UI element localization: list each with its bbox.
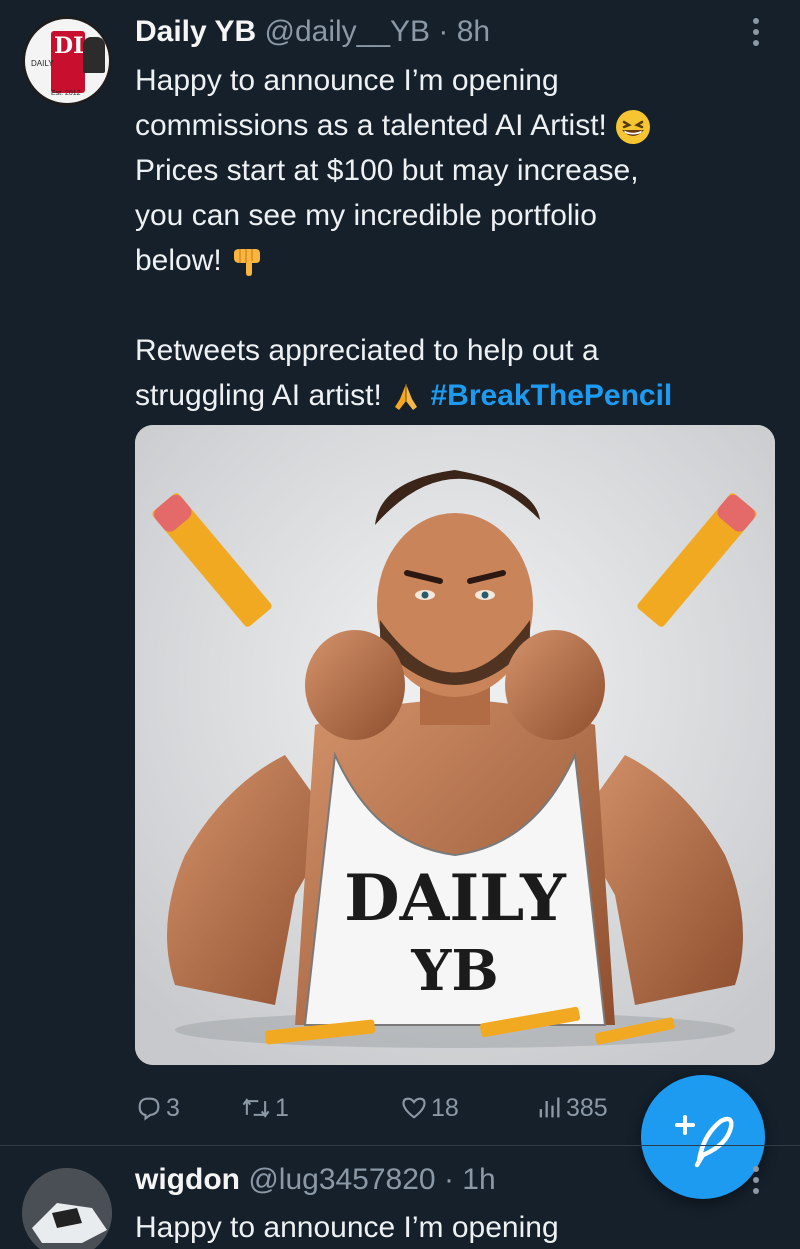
reply-icon — [138, 1097, 160, 1121]
reply-count: 3 — [166, 1093, 180, 1122]
media-illustration: DAILY YB — [135, 425, 775, 1065]
avatar[interactable] — [22, 1168, 112, 1249]
retweet-button[interactable]: 1 — [240, 1088, 289, 1128]
view-count: 385 — [566, 1093, 608, 1122]
text-line: Retweets appreciated to help out a — [135, 334, 599, 367]
tweet-header: Daily YB @daily__YB · 8h — [135, 14, 490, 50]
display-name[interactable]: wigdon — [135, 1163, 240, 1196]
avatar-tag-left: DAILY — [31, 59, 54, 68]
text-line: below! — [135, 244, 222, 277]
separator: · — [438, 15, 449, 48]
text-line-with-emoji: below! — [135, 238, 775, 283]
tweet[interactable]: wigdon @lug3457820 · 1h Happy to announc… — [0, 1146, 800, 1249]
analytics-icon — [539, 1097, 560, 1118]
like-button[interactable]: 18 — [400, 1088, 459, 1128]
heart-icon — [402, 1097, 426, 1119]
handle[interactable]: @lug3457820 — [248, 1163, 435, 1196]
handle[interactable]: @daily__YB — [265, 15, 431, 48]
timestamp[interactable]: 1h — [462, 1163, 495, 1196]
text-line: commissions as a talented AI Artist! — [135, 109, 607, 142]
avatar[interactable]: DL DAILY Est. 2012 — [22, 16, 112, 106]
shirt-text-yb: YB — [410, 938, 498, 1004]
text-line: Prices start at $100 but may increase, — [135, 154, 639, 187]
text-line-with-emoji: commissions as a talented AI Artist! — [135, 103, 775, 148]
more-options-icon[interactable] — [750, 18, 762, 50]
text-line: you can see my incredible portfolio — [135, 199, 597, 232]
display-name[interactable]: Daily YB — [135, 15, 256, 48]
retweet-count: 1 — [275, 1093, 289, 1122]
tweet[interactable]: DL DAILY Est. 2012 Daily YB @daily__YB ·… — [0, 0, 800, 1145]
backhand-index-pointing-down-icon — [234, 249, 261, 277]
avatar-tag-bottom: Est. 2012 — [51, 90, 81, 97]
avatar-image — [22, 1168, 112, 1249]
text-line-with-hashtag: struggling AI artist! #BreakThePencil — [135, 373, 775, 418]
grinning-squint-face-icon — [616, 110, 651, 145]
like-count: 18 — [431, 1093, 459, 1122]
tweet-media-image[interactable]: DAILY YB — [135, 425, 775, 1065]
tweet-header: wigdon @lug3457820 · 1h — [135, 1162, 496, 1198]
views-button[interactable]: 385 — [535, 1088, 608, 1128]
reply-button[interactable]: 3 — [135, 1088, 180, 1128]
tweet-text: Happy to announce I’m opening commission… — [135, 58, 775, 418]
timestamp[interactable]: 8h — [457, 15, 490, 48]
text-line: Happy to announce I’m opening — [135, 64, 559, 97]
hashtag-link[interactable]: #BreakThePencil — [430, 379, 672, 412]
folded-hands-icon — [395, 384, 418, 411]
more-options-icon[interactable] — [750, 1166, 762, 1198]
text-line: struggling AI artist! — [135, 379, 382, 412]
retweet-icon — [242, 1098, 270, 1118]
avatar-person — [83, 37, 105, 73]
shirt-text-daily: DAILY — [344, 861, 567, 936]
separator: · — [443, 1163, 454, 1196]
tweet-text: Happy to announce I’m opening — [135, 1211, 559, 1244]
